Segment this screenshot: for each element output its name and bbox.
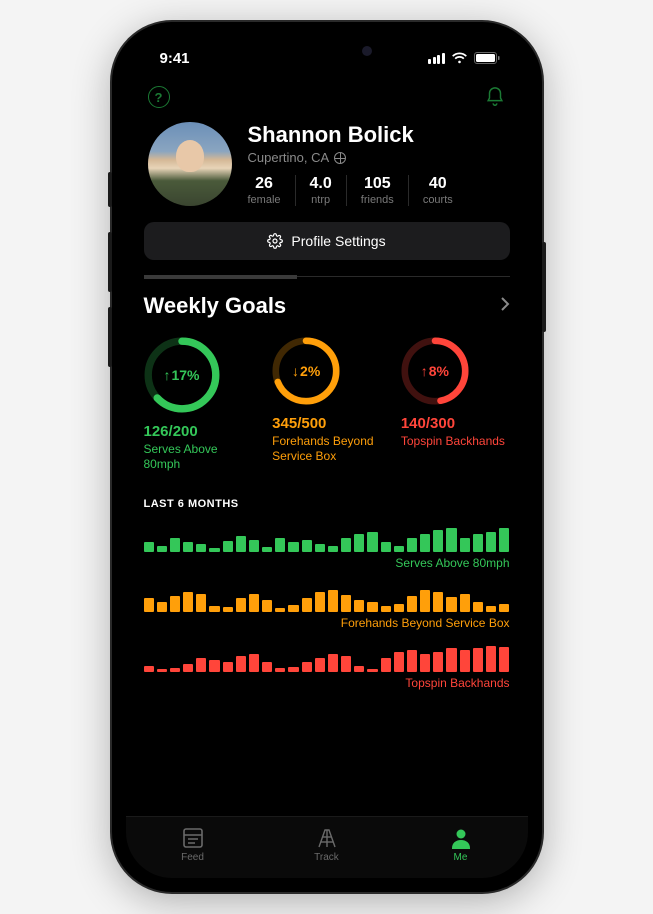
stat-label: female: [248, 194, 281, 206]
feed-icon: [180, 827, 206, 849]
track-icon: [314, 827, 340, 849]
tab-me[interactable]: Me: [394, 817, 528, 872]
spark-label: Topspin Backhands: [144, 676, 510, 690]
notch: [237, 36, 417, 66]
goal-item[interactable]: 2% 345/500 Forehands Beyond Service Box: [272, 337, 381, 472]
spark-bars: [144, 524, 510, 552]
goal-pct: 17%: [144, 337, 220, 413]
goal-item[interactable]: 17% 126/200 Serves Above 80mph: [144, 337, 253, 472]
goal-pct: 2%: [272, 337, 340, 405]
profile-location: Cupertino, CA: [248, 150, 506, 165]
stat-label: courts: [423, 194, 453, 206]
me-icon: [448, 827, 474, 849]
goal-item[interactable]: 8% 140/300 Topspin Backhands: [401, 337, 510, 472]
notifications-icon[interactable]: [484, 86, 506, 108]
profile-stat[interactable]: 40courts: [409, 175, 453, 206]
profile-name: Shannon Bolick: [248, 122, 506, 148]
goal-ring: 2%: [272, 337, 340, 405]
profile-settings-button[interactable]: Profile Settings: [144, 222, 510, 260]
history-row: Serves Above 80mph: [144, 524, 510, 570]
stat-value: 4.0: [310, 175, 332, 193]
profile-stat[interactable]: 105friends: [347, 175, 409, 206]
divider: [144, 276, 510, 277]
tab-label: Feed: [181, 852, 204, 863]
stat-value: 26: [248, 175, 281, 193]
spark-label: Serves Above 80mph: [144, 556, 510, 570]
chevron-right-icon: [500, 296, 510, 317]
goal-name: Serves Above 80mph: [144, 442, 253, 472]
goal-pct: 8%: [401, 337, 469, 405]
goal-count: 345/500: [272, 415, 381, 432]
tab-label: Me: [454, 852, 468, 863]
profile-stat[interactable]: 4.0ntrp: [296, 175, 347, 206]
weekly-goals-title: Weekly Goals: [144, 293, 287, 319]
history-title: LAST 6 MONTHS: [144, 498, 510, 510]
battery-icon: [474, 52, 500, 64]
stat-value: 40: [423, 175, 453, 193]
wifi-icon: [451, 52, 468, 64]
tab-label: Track: [314, 852, 339, 863]
profile-stat[interactable]: 26female: [248, 175, 296, 206]
tab-bar: Feed Track Me: [126, 816, 528, 878]
goal-name: Topspin Backhands: [401, 434, 510, 449]
stat-label: friends: [361, 194, 394, 206]
history-row: Topspin Backhands: [144, 644, 510, 690]
globe-icon: [334, 152, 346, 164]
stat-label: ntrp: [310, 194, 332, 206]
profile-header: Shannon Bolick Cupertino, CA 26female4.0…: [144, 122, 510, 206]
spark-bars: [144, 584, 510, 612]
status-time: 9:41: [160, 50, 190, 67]
help-icon[interactable]: ?: [148, 86, 170, 108]
goal-count: 140/300: [401, 415, 510, 432]
spark-bars: [144, 644, 510, 672]
gear-icon: [267, 233, 283, 249]
weekly-goals-header[interactable]: Weekly Goals: [144, 293, 510, 319]
tab-track[interactable]: Track: [260, 817, 394, 872]
screen: 9:41 ? Shannon Bolick: [126, 36, 528, 878]
tab-feed[interactable]: Feed: [126, 817, 260, 872]
cellular-icon: [428, 53, 445, 64]
spark-label: Forehands Beyond Service Box: [144, 616, 510, 630]
history-charts: Serves Above 80mph Forehands Beyond Servi…: [144, 524, 510, 690]
goal-ring: 8%: [401, 337, 469, 405]
history-row: Forehands Beyond Service Box: [144, 584, 510, 630]
goal-name: Forehands Beyond Service Box: [272, 434, 381, 464]
goal-ring: 17%: [144, 337, 220, 413]
profile-stats: 26female4.0ntrp105friends40courts: [248, 175, 506, 206]
weekly-goals-row: 17% 126/200 Serves Above 80mph 2% 345/50…: [144, 337, 510, 472]
goal-count: 126/200: [144, 423, 253, 440]
avatar[interactable]: [148, 122, 232, 206]
phone-frame: 9:41 ? Shannon Bolick: [112, 22, 542, 892]
stat-value: 105: [361, 175, 394, 193]
